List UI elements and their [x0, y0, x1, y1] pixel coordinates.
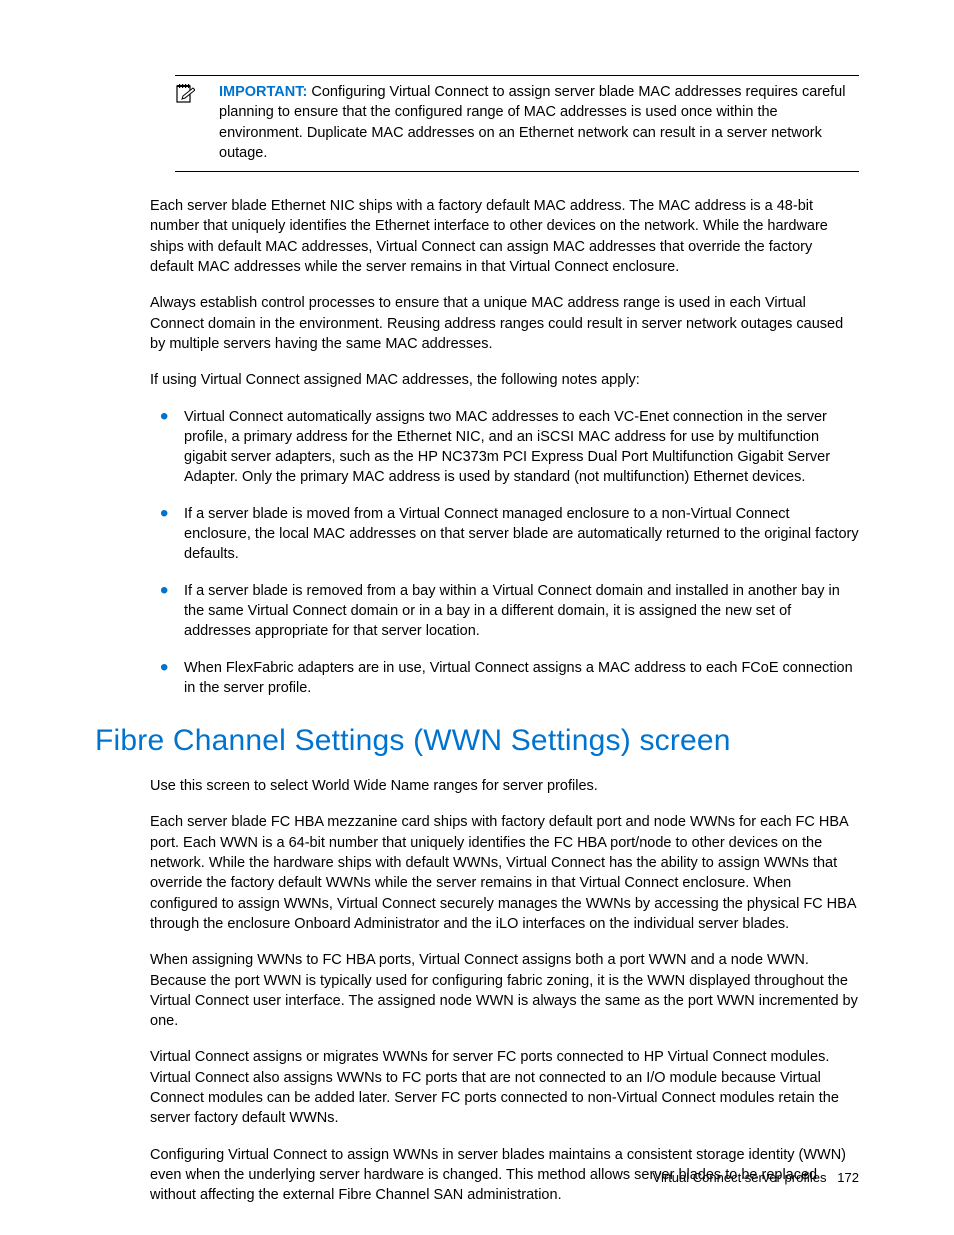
section-heading: Fibre Channel Settings (WWN Settings) sc…: [95, 720, 859, 762]
footer-page: 172: [837, 1170, 859, 1185]
important-callout: IMPORTANT: Configuring Virtual Connect t…: [175, 75, 859, 172]
list-item: If a server blade is moved from a Virtua…: [150, 504, 859, 565]
list-item: If a server blade is removed from a bay …: [150, 581, 859, 642]
note-icon: [175, 82, 219, 163]
list-item: Virtual Connect automatically assigns tw…: [150, 407, 859, 488]
body-paragraph: Virtual Connect assigns or migrates WWNs…: [150, 1047, 859, 1128]
top-paragraphs: Each server blade Ethernet NIC ships wit…: [95, 196, 859, 390]
bullet-list: Virtual Connect automatically assigns tw…: [150, 407, 859, 699]
important-body: Configuring Virtual Connect to assign se…: [219, 84, 845, 161]
body-paragraph: If using Virtual Connect assigned MAC ad…: [150, 370, 859, 390]
list-item: When FlexFabric adapters are in use, Vir…: [150, 658, 859, 699]
important-label: IMPORTANT:: [219, 84, 307, 100]
body-paragraph: When assigning WWNs to FC HBA ports, Vir…: [150, 950, 859, 1031]
page-footer: Virtual Connect server profiles 172: [653, 1169, 859, 1187]
footer-section: Virtual Connect server profiles: [653, 1170, 827, 1185]
bottom-paragraphs: Use this screen to select World Wide Nam…: [95, 776, 859, 1205]
important-text: IMPORTANT: Configuring Virtual Connect t…: [219, 82, 859, 163]
body-paragraph: Each server blade Ethernet NIC ships wit…: [150, 196, 859, 277]
body-paragraph: Always establish control processes to en…: [150, 293, 859, 354]
body-paragraph: Use this screen to select World Wide Nam…: [150, 776, 859, 796]
body-paragraph: Each server blade FC HBA mezzanine card …: [150, 812, 859, 934]
